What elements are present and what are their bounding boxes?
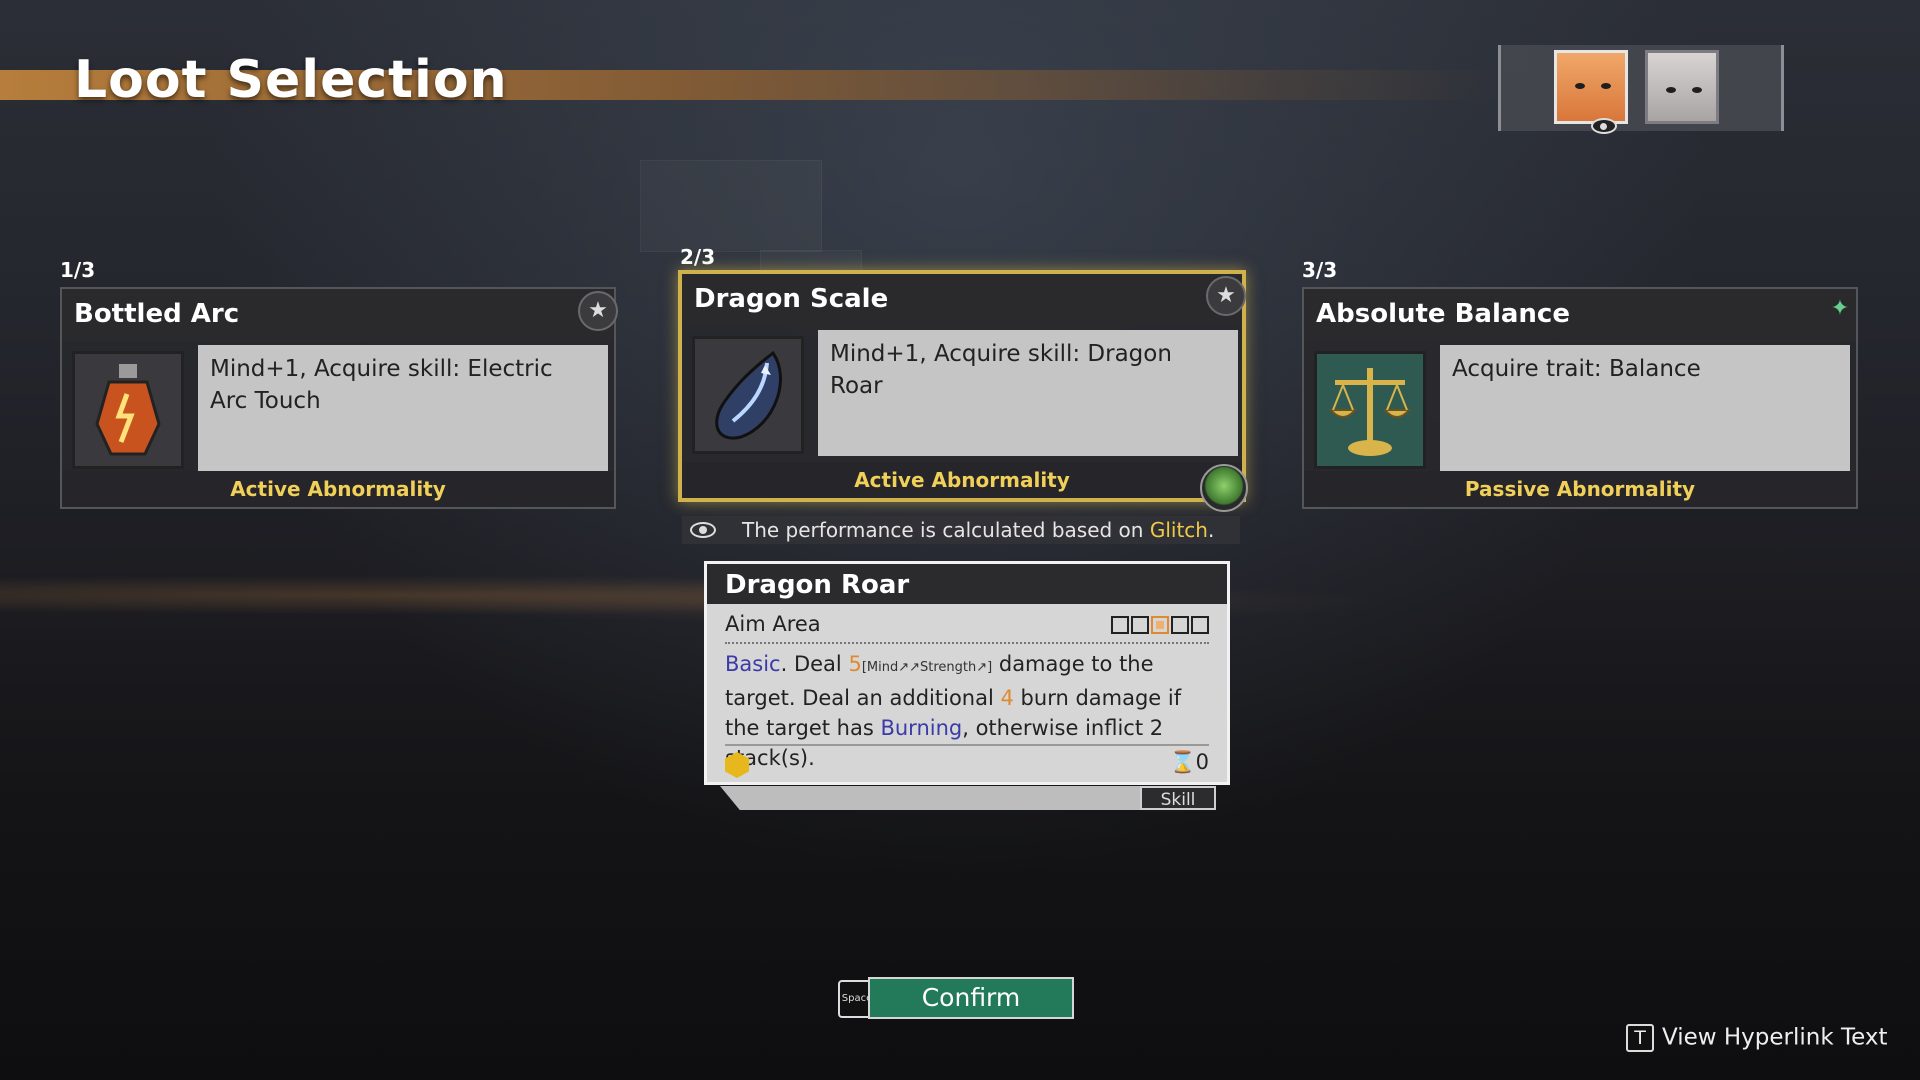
cooldown: ⌛0 xyxy=(1169,750,1209,775)
card-name: Absolute Balance xyxy=(1316,299,1570,329)
scales-icon xyxy=(1314,351,1426,469)
aim-area-grid xyxy=(1109,616,1209,638)
star-icon[interactable]: ★ xyxy=(578,291,618,331)
skill-tab-label: Skill xyxy=(1140,786,1216,810)
energy-hex-icon xyxy=(725,752,749,778)
aim-cell xyxy=(1151,616,1169,634)
performance-eye-icon xyxy=(1591,118,1617,134)
page-title: Loot Selection xyxy=(74,50,508,110)
damage-scaling: [Mind↗↗Strength↗] xyxy=(861,660,993,675)
card-description: Acquire trait: Balance xyxy=(1440,345,1850,471)
eye-icon xyxy=(690,522,716,538)
aim-cell xyxy=(1171,616,1189,634)
background-window xyxy=(640,160,822,252)
damage-value: 5 xyxy=(848,652,862,676)
performance-text: The performance is calculated based on G… xyxy=(742,516,1214,544)
portrait-glitch[interactable] xyxy=(1554,50,1628,124)
performance-prefix: The performance is calculated based on xyxy=(742,518,1150,542)
star-icon[interactable]: ★ xyxy=(1206,276,1246,316)
dragon-scale-icon xyxy=(692,336,804,454)
card-type: Passive Abnormality xyxy=(1304,471,1856,507)
hourglass-icon: ⌛ xyxy=(1169,750,1196,774)
face-eye xyxy=(1575,83,1585,89)
view-hyperlink-hint[interactable]: T View Hyperlink Text xyxy=(1626,1024,1888,1052)
keyword-basic[interactable]: Basic xyxy=(725,652,781,676)
loot-card-dragon-scale[interactable]: Dragon Scale ★ Mind+1, Acquire skill: Dr… xyxy=(678,270,1248,512)
card-name: Dragon Scale xyxy=(694,284,889,314)
aim-cell xyxy=(1191,616,1209,634)
tooltip-footer: ⌛0 xyxy=(725,744,1209,778)
sparkle-icon[interactable]: ✦ xyxy=(1820,291,1860,331)
herb-icon xyxy=(1200,464,1248,512)
card-header: Absolute Balance xyxy=(1304,289,1856,341)
card-description: Mind+1, Acquire skill: Dragon Roar xyxy=(818,330,1238,456)
aim-area-row: Aim Area xyxy=(725,612,1209,644)
face-eye xyxy=(1601,83,1611,89)
hyperlink-label: View Hyperlink Text xyxy=(1662,1024,1888,1051)
aim-area-label: Aim Area xyxy=(725,612,821,636)
t-key-icon: T xyxy=(1626,1024,1654,1052)
party-panel xyxy=(1498,45,1784,134)
lightning-bottle-icon xyxy=(72,351,184,469)
slot-label: 3/3 xyxy=(1302,258,1338,282)
performance-note: The performance is calculated based on G… xyxy=(682,516,1240,544)
slot-label: 1/3 xyxy=(60,258,96,282)
burn-damage-value: 4 xyxy=(1000,686,1014,710)
card-type: Active Abnormality xyxy=(62,471,614,507)
skill-title: Dragon Roar xyxy=(725,570,910,600)
face-eye xyxy=(1666,87,1676,93)
card-header: Dragon Scale xyxy=(682,274,1242,326)
aim-cell xyxy=(1131,616,1149,634)
confirm-button[interactable]: Confirm xyxy=(868,977,1074,1019)
card-name: Bottled Arc xyxy=(74,299,240,329)
loot-card-bottled-arc[interactable]: Bottled Arc ★ Mind+1, Acquire skill: Ele… xyxy=(60,287,618,509)
tooltip-header: Dragon Roar xyxy=(707,564,1227,604)
portrait-companion[interactable] xyxy=(1645,50,1719,124)
performance-suffix: . xyxy=(1207,518,1215,542)
card-type: Active Abnormality xyxy=(682,462,1242,498)
card-description: Mind+1, Acquire skill: Electric Arc Touc… xyxy=(198,345,608,471)
aim-cell xyxy=(1111,616,1129,634)
performance-character[interactable]: Glitch xyxy=(1150,518,1208,542)
face-eye xyxy=(1692,87,1702,93)
slot-label: 2/3 xyxy=(680,245,716,269)
cooldown-value: 0 xyxy=(1195,750,1209,774)
loot-card-absolute-balance[interactable]: Absolute Balance ✦ Acquire trait: Balanc… xyxy=(1302,287,1858,509)
desc-text: . Deal xyxy=(780,652,849,676)
card-header: Bottled Arc xyxy=(62,289,614,341)
keyword-burning[interactable]: Burning xyxy=(880,716,962,740)
skill-tooltip: Dragon Roar Aim Area Basic. Deal 5[Mind↗… xyxy=(704,561,1230,785)
